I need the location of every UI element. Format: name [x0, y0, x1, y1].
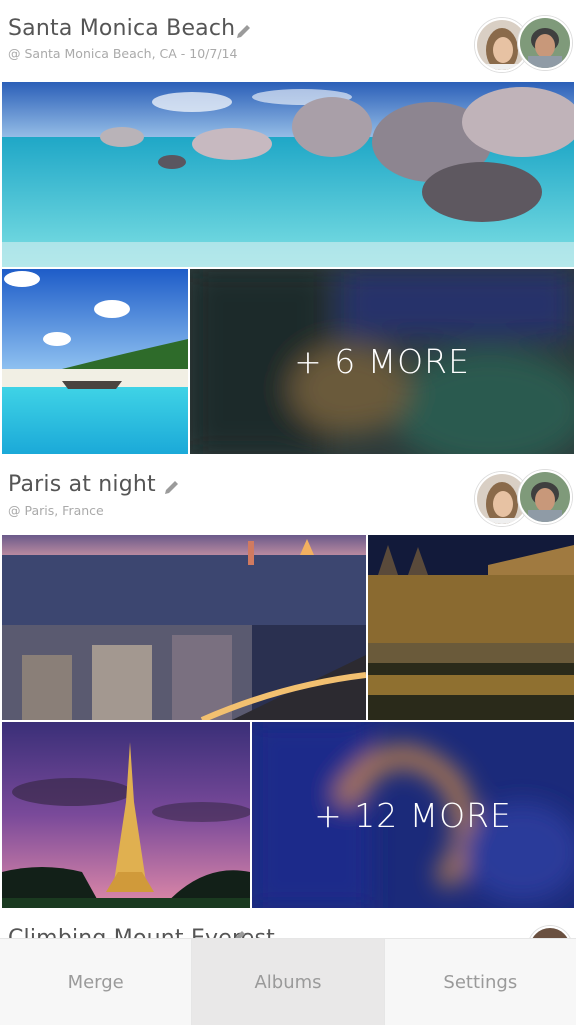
more-photos-tile[interactable]: + 6 MORE — [190, 269, 574, 454]
album-header-everest: Climbing Mount Everest — [0, 910, 576, 938]
avatar-man[interactable] — [518, 470, 572, 524]
edit-pencil-icon[interactable] — [230, 928, 248, 938]
photo-beach-rocks[interactable] — [2, 82, 574, 267]
tab-merge[interactable]: Merge — [0, 939, 193, 1025]
more-photos-tile[interactable]: + 12 MORE — [252, 722, 574, 908]
avatar-man[interactable] — [518, 16, 572, 70]
photo-paris-cityscape[interactable] — [2, 535, 366, 720]
tab-settings[interactable]: Settings — [385, 939, 576, 1025]
avatar-user[interactable] — [528, 926, 572, 938]
bottom-tab-bar: Merge Albums Settings — [0, 938, 576, 1025]
photo-eiffel-tower[interactable] — [2, 722, 250, 908]
photo-conciergerie[interactable] — [368, 535, 574, 720]
photo-tropical-boat[interactable] — [2, 269, 188, 454]
album-header-paris: Paris at night @ Paris, France — [0, 456, 576, 534]
album-title[interactable]: Paris at night — [8, 472, 156, 497]
album-subtitle: @ Paris, France — [8, 503, 104, 518]
edit-pencil-icon[interactable] — [235, 22, 253, 40]
more-count-label: + 12 MORE — [314, 795, 512, 835]
album-header-santa-monica: Santa Monica Beach @ Santa Monica Beach,… — [0, 0, 576, 80]
more-count-label: + 6 MORE — [294, 342, 470, 381]
album-title[interactable]: Santa Monica Beach — [8, 16, 235, 41]
edit-pencil-icon[interactable] — [163, 478, 181, 496]
tab-albums[interactable]: Albums — [192, 939, 385, 1025]
album-subtitle: @ Santa Monica Beach, CA - 10/7/14 — [8, 46, 238, 61]
